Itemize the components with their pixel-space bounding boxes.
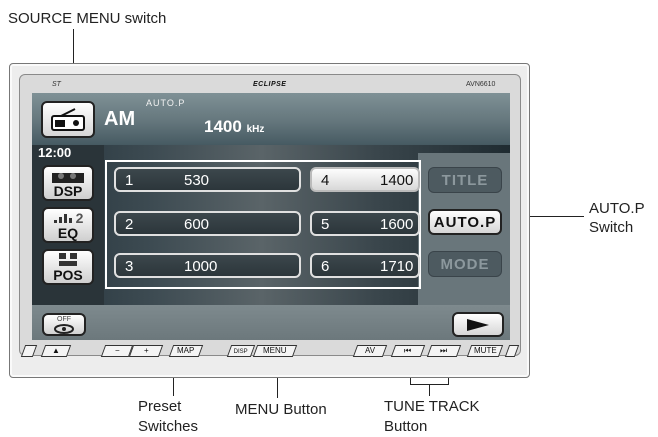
brand-left: ST <box>52 81 61 88</box>
disp-button[interactable]: DISP <box>226 345 256 357</box>
frequency-display: 1400 kHz <box>204 117 264 137</box>
source-menu-button[interactable] <box>41 101 95 138</box>
autop-button[interactable]: AUTO.P <box>428 209 502 235</box>
preset-5-button[interactable]: 5 1600 <box>310 211 420 236</box>
mode-indicator: AUTO.P <box>146 98 186 108</box>
hw-right-cap <box>504 345 520 357</box>
preset-number: 3 <box>125 258 134 275</box>
tune-callout-stem-down <box>429 384 430 396</box>
preset-frequency: 1600 <box>380 216 414 233</box>
preset-number: 4 <box>321 172 330 189</box>
av-label: AV <box>364 346 376 355</box>
preset-number: 2 <box>125 216 134 233</box>
minus-icon: − <box>114 346 120 355</box>
previous-track-icon: ⏮ <box>404 346 412 355</box>
preset-3-button[interactable]: 3 1000 <box>114 253 301 278</box>
preset-frequency: 1000 <box>184 258 218 275</box>
preset-2-button[interactable]: 2 600 <box>114 211 301 236</box>
eq-button[interactable]: 2 EQ <box>42 207 94 243</box>
display-screen: AM AUTO.P 1400 kHz 12:00 DSP 2 EQ POS OF… <box>32 93 510 340</box>
tune-track-up-button[interactable]: ⏭ <box>426 345 462 357</box>
autop-switch-callout-1: AUTO.P <box>589 200 645 217</box>
source-menu-switch-callout: SOURCE MENU switch <box>8 10 167 27</box>
dsp-label: DSP <box>53 183 83 199</box>
map-button[interactable]: MAP <box>168 345 204 357</box>
hw-left-cap <box>20 345 38 357</box>
preset-1-button[interactable]: 1 530 <box>114 167 301 192</box>
brand-logo: ECLIPSE <box>253 81 287 88</box>
off-label: OFF <box>57 316 71 323</box>
preset-number: 1 <box>125 172 134 189</box>
title-button[interactable]: TITLE <box>428 167 502 193</box>
eq-bars-icon <box>53 214 72 223</box>
pos-label: POS <box>53 267 83 283</box>
eject-button[interactable]: ▲ <box>40 345 72 357</box>
radio-icon <box>51 107 85 131</box>
eject-icon: ▲ <box>52 346 60 355</box>
volume-up-button[interactable]: + <box>128 345 164 357</box>
preset-frequency: 1710 <box>380 258 414 275</box>
footer-band <box>32 305 510 340</box>
mute-button[interactable]: MUTE <box>466 345 504 357</box>
eq-level: 2 <box>75 210 84 226</box>
preset-4-button[interactable]: 4 1400 <box>310 167 420 192</box>
pos-button[interactable]: POS <box>42 249 94 285</box>
mode-label: MODE <box>440 255 490 273</box>
disp-label: DISP <box>233 349 248 355</box>
tune-track-callout-2: Button <box>384 418 428 435</box>
next-track-icon: ⏭ <box>440 346 448 355</box>
model-number: AVN6610 <box>466 81 496 88</box>
mode-button[interactable]: MODE <box>428 251 502 277</box>
map-label: MAP <box>177 346 195 355</box>
clock: 12:00 <box>38 145 72 160</box>
preset-switches-callout-1: Preset <box>138 398 182 415</box>
hardware-button-strip: ▲ − + MAP DISP MENU AV ⏮ ⏭ MUTE <box>19 345 520 357</box>
tune-track-callout-1: TUNE TRACK <box>384 398 480 415</box>
band-label: AM <box>104 108 136 130</box>
preset-switches-callout-2: Switches <box>138 418 199 435</box>
title-label: TITLE <box>441 171 489 189</box>
preset-6-button[interactable]: 6 1710 <box>310 253 420 278</box>
off-button[interactable]: OFF <box>42 313 86 336</box>
play-arrow-icon <box>467 318 489 331</box>
eq-label: EQ <box>57 225 79 241</box>
menu-button[interactable]: MENU <box>252 345 298 357</box>
frequency-value: 1400 <box>204 117 242 136</box>
dsp-button[interactable]: DSP <box>42 165 94 201</box>
seat-position-icon <box>59 253 77 266</box>
menu-button-callout: MENU Button <box>235 401 327 418</box>
preset-frequency: 530 <box>184 172 210 189</box>
preset-number: 6 <box>321 258 330 275</box>
dsp-icon <box>52 173 84 183</box>
frequency-unit: kHz <box>246 124 265 135</box>
plus-icon: + <box>143 346 149 355</box>
av-button[interactable]: AV <box>352 345 388 357</box>
menu-label: MENU <box>263 346 287 355</box>
autop-switch-callout-2: Switch <box>589 219 634 236</box>
mute-label: MUTE <box>473 346 497 355</box>
speaker-off-icon <box>54 324 74 334</box>
autop-button-label: AUTO.P <box>433 213 497 231</box>
preset-number: 5 <box>321 216 330 233</box>
preset-frequency: 1400 <box>380 172 414 189</box>
preset-frequency: 600 <box>184 216 210 233</box>
tune-track-down-button[interactable]: ⏮ <box>390 345 426 357</box>
next-page-button[interactable] <box>452 312 504 337</box>
